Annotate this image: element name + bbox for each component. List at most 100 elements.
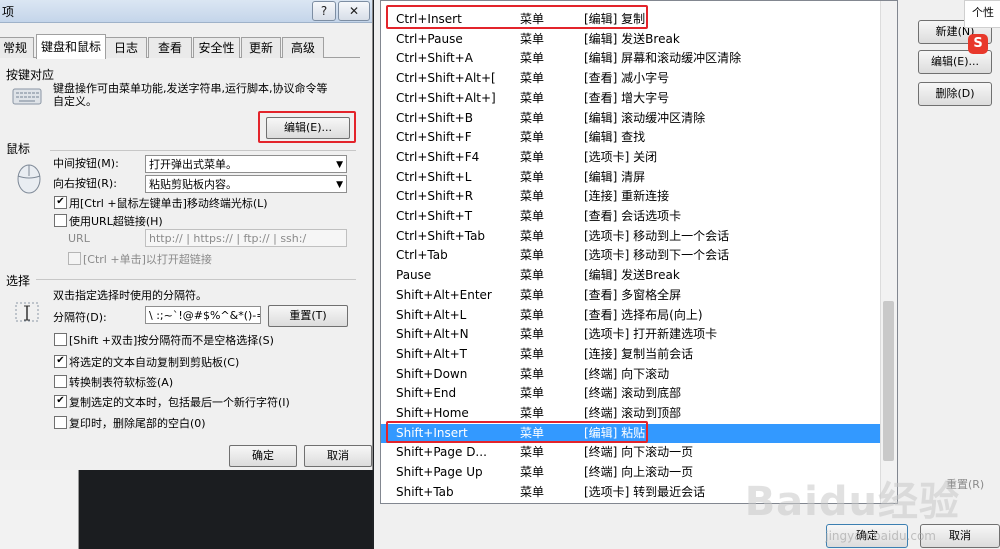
tooltip: 个性 <box>964 0 1000 28</box>
list-scrollbar[interactable] <box>880 1 897 503</box>
copy-newline-label: 复制选定的文本时，包括最后一个新行字符(I) <box>69 396 290 409</box>
separator <box>50 150 356 151</box>
list-cell-key: Ctrl+Shift+F <box>396 130 472 145</box>
reset-separator-button[interactable]: 重置(T) <box>268 305 348 327</box>
tab-keyboard-mouse[interactable]: 键盘和鼠标 <box>36 34 106 59</box>
selection-section-title: 选择 <box>6 274 31 288</box>
keymap-edit-button[interactable]: 编辑(E)... <box>266 117 350 139</box>
list-cell-key: Ctrl+Shift+Tab <box>396 228 486 243</box>
list-cell-type: 菜单 <box>520 31 545 46</box>
tab-log[interactable]: 日志 <box>105 37 147 58</box>
keyboard-icon <box>12 86 42 106</box>
list-cell-key: Pause <box>396 268 432 283</box>
dialog-titlebar: 项 ? ✕ <box>0 0 372 23</box>
tab-view[interactable]: 查看 <box>148 37 192 58</box>
list-cell-key: Ctrl+Shift+Alt+] <box>396 90 496 105</box>
list-row[interactable]: Ctrl+Shift+B 菜单 [编辑] 滚动缓冲区清除 <box>381 109 881 129</box>
shift-dblclick-checkbox[interactable] <box>54 333 67 346</box>
list-cell-key: Shift+Alt+N <box>396 327 469 342</box>
row-highlight-copy <box>386 5 648 29</box>
list-row[interactable]: Ctrl+Shift+T 菜单 [查看] 会话选项卡 <box>381 207 881 227</box>
chevron-down-icon: ▼ <box>336 160 343 170</box>
list-cell-action: [终端] 向上滚动一页 <box>584 465 694 480</box>
list-cell-action: [连接] 重新连接 <box>584 189 670 204</box>
close-button[interactable]: ✕ <box>338 1 370 21</box>
list-row[interactable]: Shift+Down 菜单 [终端] 向下滚动 <box>381 365 881 385</box>
url-pattern-input[interactable]: http:// | https:// | ftp:// | ssh:/ <box>145 229 347 247</box>
list-cell-type: 菜单 <box>520 346 545 361</box>
left-ok-button[interactable]: 确定 <box>229 445 297 467</box>
list-row[interactable]: Ctrl+Tab 菜单 [选项卡] 移动到下一个会话 <box>381 246 881 266</box>
tab-convert-checkbox[interactable] <box>54 375 67 388</box>
list-cell-type: 菜单 <box>520 149 545 164</box>
separator-input[interactable]: \ :;~`!@#$%^&*()-=+| <box>145 306 261 324</box>
list-row[interactable]: Shift+Alt+N 菜单 [选项卡] 打开新建选项卡 <box>381 325 881 345</box>
list-cell-type: 菜单 <box>520 71 545 86</box>
list-cell-action: [查看] 减小字号 <box>584 71 670 86</box>
mouse-icon <box>14 160 44 194</box>
list-cell-type: 菜单 <box>520 287 545 302</box>
list-cell-action: [选项卡] 移动到上一个会话 <box>584 228 730 243</box>
list-cell-key: Shift+Alt+Enter <box>396 287 492 302</box>
list-cell-key: Ctrl+Shift+L <box>396 169 472 184</box>
watermark-url: jingyan.baidu.com <box>825 529 936 543</box>
list-row[interactable]: Ctrl+Shift+Alt+[菜单 [查看] 减小字号 <box>381 69 881 89</box>
list-cell-action: [编辑] 清屏 <box>584 169 646 184</box>
list-row[interactable]: Ctrl+Shift+F 菜单 [编辑] 查找 <box>381 128 881 148</box>
list-row[interactable]: Ctrl+Shift+Tab 菜单 [选项卡] 移动到上一个会话 <box>381 227 881 247</box>
list-cell-type: 菜单 <box>520 268 545 283</box>
ctrl-url-label: [Ctrl +单击]以打开超链接 <box>83 253 212 266</box>
list-row[interactable]: Shift+Alt+L 菜单 [查看] 选择布局(向上) <box>381 306 881 326</box>
options-dialog: 项 ? ✕ 常规 键盘和鼠标 日志 查看 安全性 更新 高级 按键对应 键盘操作… <box>0 0 373 470</box>
list-cell-key: Shift+End <box>396 386 457 401</box>
list-cell-type: 菜单 <box>520 90 545 105</box>
keymap-editor-dialog: Ctrl+Insert 菜单 [编辑] 复制 Ctrl+Pause 菜单 [编辑] 发送B… <box>374 0 1000 549</box>
list-row[interactable]: Shift+Alt+Enter 菜单 [查看] 多窗格全屏 <box>381 286 881 306</box>
list-cell-key: Shift+Page D... <box>396 445 487 460</box>
list-row[interactable]: Ctrl+Shift+A 菜单 [编辑] 屏幕和滚动缓冲区清除 <box>381 49 881 69</box>
scrollbar-thumb[interactable] <box>883 301 894 461</box>
tab-convert-label: 转换制表符软标签(A) <box>69 376 174 389</box>
list-cell-type: 菜单 <box>520 110 545 125</box>
list-row[interactable]: Ctrl+Shift+L 菜单 [编辑] 清屏 <box>381 168 881 188</box>
list-row[interactable]: Shift+End 菜单 [终端] 滚动到底部 <box>381 384 881 404</box>
text-cursor-icon <box>14 300 42 326</box>
right-button-select[interactable]: 粘贴剪贴板内容。 ▼ <box>145 175 347 193</box>
list-row[interactable]: Ctrl+Shift+Alt+] 菜单 [查看] 增大字号 <box>381 89 881 109</box>
tab-general[interactable]: 常规 <box>0 37 34 58</box>
list-cell-action: [选项卡] 移动到下一个会话 <box>584 248 730 263</box>
list-row[interactable]: Shift+Alt+T 菜单 [连接] 复制当前会话 <box>381 345 881 365</box>
url-label: URL <box>68 232 90 245</box>
right-button-value: 粘贴剪贴板内容。 <box>149 178 237 191</box>
list-cell-type: 菜单 <box>520 209 545 223</box>
copy-newline-checkbox[interactable]: ✔ <box>54 395 67 408</box>
ctrl-click-checkbox[interactable]: ✔ <box>54 196 67 209</box>
list-cell-type: 菜单 <box>520 386 545 401</box>
ctrl-url-checkbox[interactable] <box>68 252 81 265</box>
list-cell-type: 菜单 <box>520 228 545 243</box>
list-row[interactable]: Pause 菜单 [编辑] 发送Break <box>381 266 881 286</box>
tab-advanced[interactable]: 高级 <box>282 37 324 58</box>
terminal-background <box>0 470 372 549</box>
auto-copy-checkbox[interactable]: ✔ <box>54 355 67 368</box>
tab-security[interactable]: 安全性 <box>193 37 240 58</box>
list-row[interactable]: Shift+Page D... 菜单 [终端] 向下滚动一页 <box>381 443 881 463</box>
list-cell-action: [终端] 滚动到底部 <box>584 386 682 401</box>
trim-whitespace-checkbox[interactable] <box>54 416 67 429</box>
list-cell-type: 菜单 <box>520 327 545 342</box>
right-button-label: 向右按钮(R): <box>53 177 117 190</box>
tab-update[interactable]: 更新 <box>241 37 281 58</box>
list-cell-type: 菜单 <box>520 366 545 381</box>
left-cancel-button[interactable]: 取消 <box>304 445 372 467</box>
list-row[interactable]: Ctrl+Shift+F4 菜单 [选项卡] 关闭 <box>381 148 881 168</box>
ime-logo-icon[interactable]: S <box>968 34 988 54</box>
list-cell-key: Ctrl+Shift+R <box>396 189 474 204</box>
trim-whitespace-label: 复印时，删除尾部的空白(0) <box>69 417 206 430</box>
middle-button-select[interactable]: 打开弹出式菜单。 ▼ <box>145 155 347 173</box>
list-row[interactable]: Ctrl+Pause 菜单 [编辑] 发送Break <box>381 30 881 50</box>
delete-mapping-button[interactable]: 删除(D) <box>918 82 992 106</box>
help-button[interactable]: ? <box>312 1 336 21</box>
shift-dblclick-label: [Shift +双击]按分隔符而不是空格选择(S) <box>69 334 274 347</box>
list-row[interactable]: Ctrl+Shift+R 菜单 [连接] 重新连接 <box>381 187 881 207</box>
url-link-checkbox[interactable] <box>54 214 67 227</box>
